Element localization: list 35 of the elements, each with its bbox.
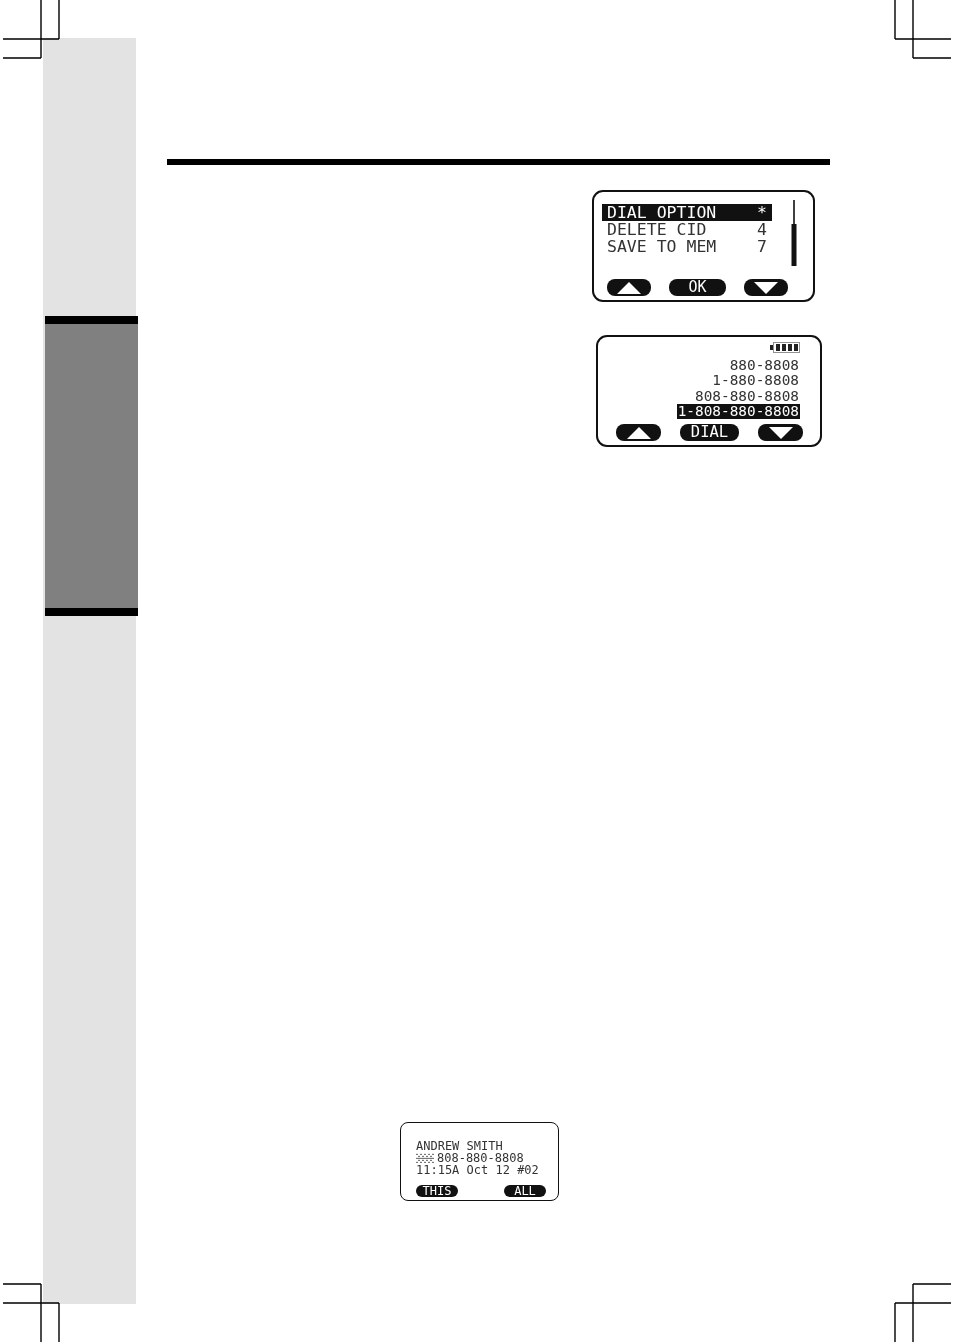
- phone-number[interactable]: 1-808-880-8808: [676, 403, 800, 420]
- triangle-down-icon: [754, 281, 778, 294]
- call-details: 11:15A Oct 12 #02: [416, 1164, 540, 1176]
- caller-number: 808-880-8808: [437, 1152, 524, 1164]
- phone-number[interactable]: 1-880-8808: [711, 373, 800, 389]
- down-button[interactable]: [744, 279, 788, 296]
- triangle-up-icon: [626, 426, 651, 439]
- shortcut-key: 7: [757, 238, 767, 255]
- scrollbar-drawing: [791, 200, 797, 266]
- phone-number[interactable]: 808-880-8808: [694, 388, 800, 404]
- down-button[interactable]: [758, 424, 803, 441]
- menu-item[interactable]: DIAL OPTION *: [602, 204, 772, 221]
- menu-label: DIAL OPTION: [607, 204, 717, 221]
- softkey-button[interactable]: OK: [669, 279, 726, 296]
- crop-mark: [894, 0, 951, 59]
- triangle-down-icon: [768, 426, 793, 439]
- dotted-icon: [416, 1152, 434, 1164]
- caller-name: ANDREW SMITH: [416, 1140, 504, 1152]
- softkey-button[interactable]: ALL: [504, 1185, 546, 1197]
- softkey-button[interactable]: DIAL: [680, 424, 739, 441]
- phone-number[interactable]: 880-8808: [728, 358, 800, 374]
- menu-item[interactable]: SAVE TO MEM 7: [602, 238, 772, 255]
- shortcut-key: *: [757, 204, 767, 221]
- battery-icon: [770, 342, 800, 353]
- up-button[interactable]: [607, 279, 651, 296]
- crop-mark: [3, 1283, 60, 1342]
- menu-item[interactable]: DELETE CID 4: [602, 221, 772, 238]
- triangle-up-icon: [617, 281, 641, 294]
- menu-label: SAVE TO MEM: [607, 238, 717, 255]
- crop-mark: [3, 0, 60, 59]
- crop-mark: [894, 1283, 951, 1342]
- shortcut-key: 4: [757, 221, 767, 238]
- softkey-button[interactable]: THIS: [416, 1185, 458, 1197]
- menu-label: DELETE CID: [607, 221, 707, 238]
- up-button[interactable]: [616, 424, 661, 441]
